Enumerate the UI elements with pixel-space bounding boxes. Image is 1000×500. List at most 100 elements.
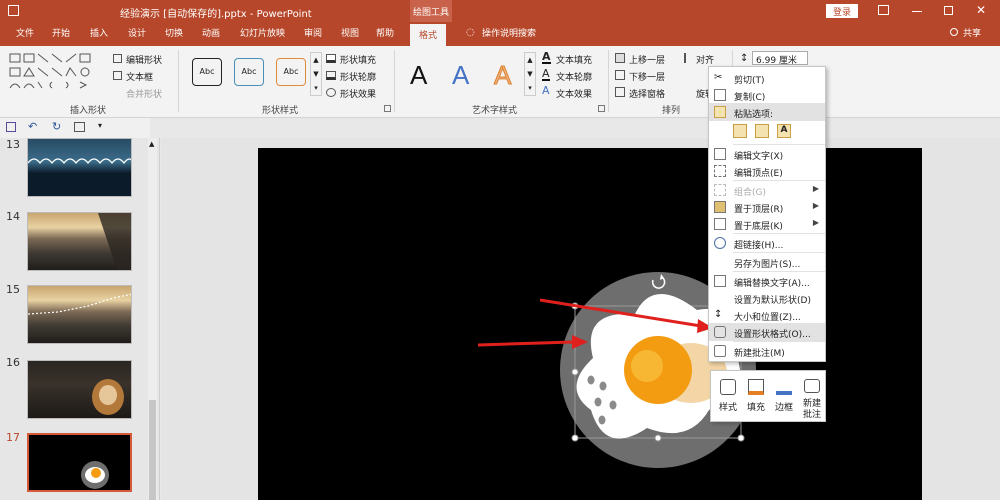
outline-pen-icon [776,379,792,395]
paste-icon [714,106,726,118]
slide-thumbnail-16[interactable] [27,360,132,419]
selection-pane-button[interactable]: 选择窗格 [629,87,665,100]
slide-thumbnail-15[interactable] [27,285,132,344]
share-button[interactable]: 共享 [963,26,981,39]
slide-thumbnail-17[interactable] [27,433,132,492]
wordart-gallery-scroll[interactable]: ▲ ▼ ▾ [524,52,536,96]
menu-send-to-back[interactable]: 置于底层(K) ▶ [709,215,825,233]
height-input[interactable]: 6.99 厘米 [752,51,808,66]
ribbon-display-icon[interactable] [878,5,889,15]
merge-shapes-button[interactable]: 合并形状 [126,87,162,100]
edit-shape-button[interactable]: 编辑形状 [126,53,162,66]
slide-number: 13 [6,138,20,151]
tab-format[interactable]: 格式 [410,24,447,46]
divider [394,50,395,112]
menu-edit-text[interactable]: 编辑文字(X) [709,145,825,163]
wordart-style-blue[interactable]: A [452,60,469,91]
style-gallery-scroll[interactable]: ▲ ▼ ▾ [310,52,322,96]
alt-text-icon [714,275,726,287]
wordart-launcher-icon[interactable] [598,105,605,112]
style-preset-1[interactable]: Abc [192,58,222,86]
menu-format-shape[interactable]: 设置形状格式(O)... [709,323,825,341]
redo-icon[interactable]: ↻ [52,120,61,133]
menu-cut[interactable]: ✂ 剪切(T) [709,69,825,87]
menu-edit-points[interactable]: 编辑顶点(E) [709,162,825,180]
menu-set-default-shape[interactable]: 设置为默认形状(D) [709,289,825,307]
restore-icon[interactable] [944,6,953,15]
bring-to-front-icon [714,201,726,213]
quick-access-toolbar: ↶ ↻ ▾ [0,118,150,138]
shape-effects-icon [326,88,336,97]
tab-insert[interactable]: 插入 [90,26,108,39]
paste-keep-source-icon[interactable] [755,124,769,138]
style-preset-2[interactable]: Abc [234,58,264,86]
shapes-gallery[interactable] [8,52,104,96]
text-box-button[interactable]: 文本框 [126,70,153,83]
align-button[interactable]: 对齐 [696,53,714,66]
menu-save-as-picture[interactable]: 另存为图片(S)... [709,253,825,271]
drawing-tools-label: 绘图工具 [410,0,452,22]
save-icon[interactable] [6,122,16,132]
text-outline-button[interactable]: 文本轮廓 [556,70,592,83]
tab-view[interactable]: 视图 [341,26,359,39]
text-outline-icon: A [542,67,550,81]
text-effects-button[interactable]: 文本效果 [556,87,592,100]
thumbnail-14-decoration [98,213,131,270]
paste-text-only-icon[interactable]: A [777,124,791,138]
divider [178,50,179,112]
slide-thumbnail-14[interactable] [27,212,132,271]
shape-outline-button[interactable]: 形状轮廓 [340,70,376,83]
bring-forward-button[interactable]: 上移一层 [629,53,665,66]
menu-group[interactable]: 组合(G) ▶ [709,181,825,199]
wordart-label: 艺术字样式 [472,106,518,116]
selection-pane-icon [615,87,625,97]
tab-slideshow[interactable]: 幻灯片放映 [240,26,285,39]
tab-home[interactable]: 开始 [52,26,70,39]
shape-effects-button[interactable]: 形状效果 [340,87,376,100]
menu-edit-alt-text[interactable]: 编辑替换文字(A)... [709,272,825,290]
menu-size-position[interactable]: ↕ 大小和位置(Z)... [709,306,825,324]
wordart-style-orange[interactable]: A [493,60,511,91]
scroll-up-icon[interactable]: ▲ [149,140,154,148]
menu-bring-to-front[interactable]: 置于顶层(R) ▶ [709,198,825,216]
mini-style-button[interactable]: 样式 [715,375,741,419]
scroll-thumb[interactable] [149,400,156,500]
tab-review[interactable]: 审阅 [304,26,322,39]
thumbnails-scrollbar[interactable]: ▲ [148,138,157,500]
tab-transitions[interactable]: 切换 [165,26,183,39]
thumbnail-16-decoration [92,379,124,415]
minimize-icon[interactable] [912,11,922,12]
tab-design[interactable]: 设计 [128,26,146,39]
text-fill-button[interactable]: 文本填充 [556,53,592,66]
wordart-style-black[interactable]: A [410,60,427,91]
size-icon: ↕ [714,309,723,320]
save-icon[interactable] [8,5,19,16]
close-icon[interactable]: ✕ [976,3,986,17]
menu-new-comment[interactable]: 新建批注(M) [709,342,825,360]
mini-fill-button[interactable]: 填充 [743,375,769,419]
style-preset-3[interactable]: Abc [276,58,306,86]
shape-styles-label: 形状样式 [262,106,299,116]
undo-icon[interactable]: ↶ [28,120,37,133]
bring-forward-icon [615,53,625,63]
tab-animations[interactable]: 动画 [202,26,220,39]
text-box-icon [113,71,122,80]
present-icon[interactable] [74,122,85,132]
submenu-arrow-icon: ▶ [812,218,819,227]
login-button[interactable]: 登录 [826,4,858,18]
thumbnail-15-decoration [28,293,131,315]
slide-thumbnail-13[interactable] [27,138,132,197]
menu-hyperlink[interactable]: 超链接(H)... [709,234,825,252]
customize-qat-icon[interactable]: ▾ [98,121,102,130]
shape-styles-launcher-icon[interactable] [384,105,391,112]
egg-yolk-highlight [631,350,663,382]
send-backward-button[interactable]: 下移一层 [629,70,665,83]
paste-use-destination-icon[interactable] [733,124,747,138]
mini-outline-button[interactable]: 边框 [771,375,797,419]
tab-help[interactable]: 帮助 [376,26,394,39]
tab-file[interactable]: 文件 [16,26,34,39]
shape-fill-button[interactable]: 形状填充 [340,53,376,66]
menu-copy[interactable]: 复制(C) [709,86,825,104]
mini-new-comment-button[interactable]: 新建批注 [799,375,825,420]
tell-me-search[interactable]: 操作说明搜索 [482,26,536,39]
